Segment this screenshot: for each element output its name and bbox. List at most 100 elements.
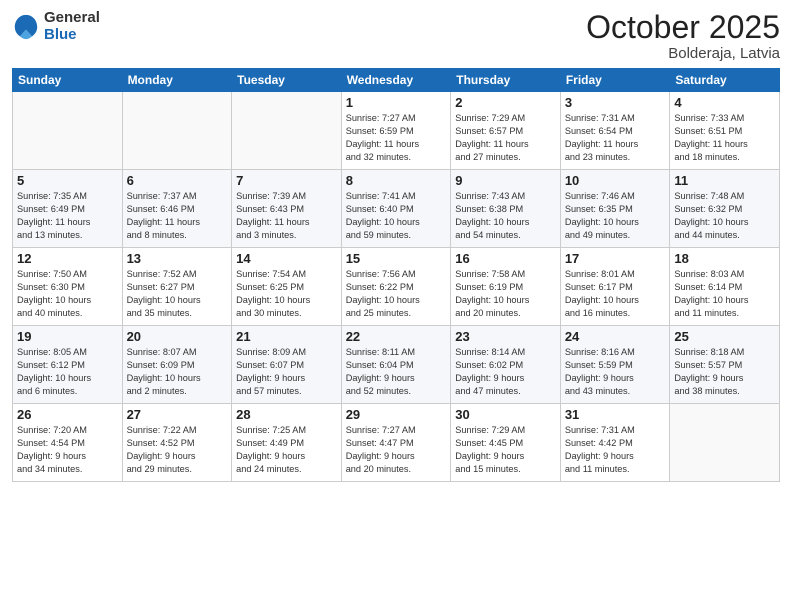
- day-info: Sunrise: 8:11 AMSunset: 6:04 PMDaylight:…: [346, 346, 447, 398]
- day-number: 28: [236, 407, 337, 422]
- logo-icon: [12, 13, 40, 41]
- day-number: 25: [674, 329, 775, 344]
- calendar-week-4: 19Sunrise: 8:05 AMSunset: 6:12 PMDayligh…: [13, 326, 780, 404]
- col-friday: Friday: [560, 69, 670, 92]
- page-container: General Blue October 2025 Bolderaja, Lat…: [0, 0, 792, 612]
- table-row: [232, 92, 342, 170]
- table-row: 30 Sunrise: 7:29 AMSunset: 4:45 PMDayligh…: [451, 404, 561, 482]
- table-row: 13Sunrise: 7:52 AMSunset: 6:27 PMDayligh…: [122, 248, 232, 326]
- day-number: 22: [346, 329, 447, 344]
- day-number: 4: [674, 95, 775, 110]
- table-row: 25 Sunrise: 8:18 AMSunset: 5:57 PMDayligh…: [670, 326, 780, 404]
- day-info: Sunrise: 7:39 AMSunset: 6:43 PMDaylight:…: [236, 190, 337, 242]
- day-number: 14: [236, 251, 337, 266]
- day-info: Sunrise: 7:31 AMSunset: 4:42 PMDaylight:…: [565, 424, 666, 476]
- table-row: 24 Sunrise: 8:16 AMSunset: 5:59 PMDayligh…: [560, 326, 670, 404]
- table-row: 10 Sunrise: 7:46 AMSunset: 6:35 PMDayligh…: [560, 170, 670, 248]
- day-info: Sunrise: 7:35 AMSunset: 6:49 PMDaylight:…: [17, 190, 118, 242]
- table-row: 11Sunrise: 7:48 AMSunset: 6:32 PMDayligh…: [670, 170, 780, 248]
- table-row: 4 Sunrise: 7:33 AMSunset: 6:51 PMDaylight…: [670, 92, 780, 170]
- table-row: 27 Sunrise: 7:22 AMSunset: 4:52 PMDayligh…: [122, 404, 232, 482]
- day-info: Sunrise: 7:54 AMSunset: 6:25 PMDaylight:…: [236, 268, 337, 320]
- day-info: Sunrise: 7:31 AMSunset: 6:54 PMDaylight:…: [565, 112, 666, 164]
- day-number: 26: [17, 407, 118, 422]
- table-row: 18 Sunrise: 8:03 AMSunset: 6:14 PMDayligh…: [670, 248, 780, 326]
- table-row: 2Sunrise: 7:29 AMSunset: 6:57 PMDaylight…: [451, 92, 561, 170]
- calendar-week-3: 12 Sunrise: 7:50 AMSunset: 6:30 PMDayligh…: [13, 248, 780, 326]
- day-number: 10: [565, 173, 666, 188]
- day-number: 12: [17, 251, 118, 266]
- logo: General Blue: [12, 10, 100, 43]
- table-row: 12 Sunrise: 7:50 AMSunset: 6:30 PMDayligh…: [13, 248, 123, 326]
- table-row: 16Sunrise: 7:58 AMSunset: 6:19 PMDayligh…: [451, 248, 561, 326]
- day-info: Sunrise: 8:01 AMSunset: 6:17 PMDaylight:…: [565, 268, 666, 320]
- day-info: Sunrise: 7:46 AMSunset: 6:35 PMDaylight:…: [565, 190, 666, 242]
- calendar-table: Sunday Monday Tuesday Wednesday Thursday…: [12, 68, 780, 482]
- table-row: 8 Sunrise: 7:41 AMSunset: 6:40 PMDaylight…: [341, 170, 451, 248]
- header: General Blue October 2025 Bolderaja, Lat…: [12, 10, 780, 62]
- table-row: 6 Sunrise: 7:37 AMSunset: 6:46 PMDaylight…: [122, 170, 232, 248]
- table-row: 9Sunrise: 7:43 AMSunset: 6:38 PMDaylight…: [451, 170, 561, 248]
- day-info: Sunrise: 7:22 AMSunset: 4:52 PMDaylight:…: [127, 424, 228, 476]
- table-row: 29Sunrise: 7:27 AMSunset: 4:47 PMDayligh…: [341, 404, 451, 482]
- table-row: 22 Sunrise: 8:11 AMSunset: 6:04 PMDayligh…: [341, 326, 451, 404]
- table-row: 31Sunrise: 7:31 AMSunset: 4:42 PMDayligh…: [560, 404, 670, 482]
- col-tuesday: Tuesday: [232, 69, 342, 92]
- location: Bolderaja, Latvia: [586, 45, 780, 62]
- table-row: 26Sunrise: 7:20 AMSunset: 4:54 PMDayligh…: [13, 404, 123, 482]
- day-number: 16: [455, 251, 556, 266]
- table-row: [122, 92, 232, 170]
- day-info: Sunrise: 8:16 AMSunset: 5:59 PMDaylight:…: [565, 346, 666, 398]
- day-info: Sunrise: 7:27 AMSunset: 4:47 PMDaylight:…: [346, 424, 447, 476]
- day-info: Sunrise: 7:41 AMSunset: 6:40 PMDaylight:…: [346, 190, 447, 242]
- day-info: Sunrise: 7:50 AMSunset: 6:30 PMDaylight:…: [17, 268, 118, 320]
- logo-blue-text: Blue: [44, 27, 100, 44]
- day-info: Sunrise: 8:05 AMSunset: 6:12 PMDaylight:…: [17, 346, 118, 398]
- table-row: 1Sunrise: 7:27 AMSunset: 6:59 PMDaylight…: [341, 92, 451, 170]
- table-row: 14 Sunrise: 7:54 AMSunset: 6:25 PMDayligh…: [232, 248, 342, 326]
- calendar-week-1: 1Sunrise: 7:27 AMSunset: 6:59 PMDaylight…: [13, 92, 780, 170]
- day-number: 5: [17, 173, 118, 188]
- table-row: [670, 404, 780, 482]
- day-number: 11: [674, 173, 775, 188]
- day-info: Sunrise: 8:03 AMSunset: 6:14 PMDaylight:…: [674, 268, 775, 320]
- calendar-week-2: 5 Sunrise: 7:35 AMSunset: 6:49 PMDaylight…: [13, 170, 780, 248]
- table-row: 19Sunrise: 8:05 AMSunset: 6:12 PMDayligh…: [13, 326, 123, 404]
- month-title: October 2025: [586, 10, 780, 45]
- day-number: 15: [346, 251, 447, 266]
- day-number: 30: [455, 407, 556, 422]
- table-row: 28 Sunrise: 7:25 AMSunset: 4:49 PMDayligh…: [232, 404, 342, 482]
- logo-text: General Blue: [44, 10, 100, 43]
- day-number: 23: [455, 329, 556, 344]
- calendar-week-5: 26Sunrise: 7:20 AMSunset: 4:54 PMDayligh…: [13, 404, 780, 482]
- day-number: 6: [127, 173, 228, 188]
- day-info: Sunrise: 7:33 AMSunset: 6:51 PMDaylight:…: [674, 112, 775, 164]
- table-row: 17 Sunrise: 8:01 AMSunset: 6:17 PMDayligh…: [560, 248, 670, 326]
- col-thursday: Thursday: [451, 69, 561, 92]
- table-row: [13, 92, 123, 170]
- day-number: 8: [346, 173, 447, 188]
- table-row: 23Sunrise: 8:14 AMSunset: 6:02 PMDayligh…: [451, 326, 561, 404]
- day-info: Sunrise: 7:52 AMSunset: 6:27 PMDaylight:…: [127, 268, 228, 320]
- calendar-body: 1Sunrise: 7:27 AMSunset: 6:59 PMDaylight…: [13, 92, 780, 482]
- table-row: 7Sunrise: 7:39 AMSunset: 6:43 PMDaylight…: [232, 170, 342, 248]
- table-row: 15Sunrise: 7:56 AMSunset: 6:22 PMDayligh…: [341, 248, 451, 326]
- day-info: Sunrise: 7:27 AMSunset: 6:59 PMDaylight:…: [346, 112, 447, 164]
- day-number: 24: [565, 329, 666, 344]
- col-monday: Monday: [122, 69, 232, 92]
- day-number: 27: [127, 407, 228, 422]
- table-row: 21Sunrise: 8:09 AMSunset: 6:07 PMDayligh…: [232, 326, 342, 404]
- calendar-header-row: Sunday Monday Tuesday Wednesday Thursday…: [13, 69, 780, 92]
- day-info: Sunrise: 7:43 AMSunset: 6:38 PMDaylight:…: [455, 190, 556, 242]
- day-info: Sunrise: 8:18 AMSunset: 5:57 PMDaylight:…: [674, 346, 775, 398]
- day-info: Sunrise: 7:37 AMSunset: 6:46 PMDaylight:…: [127, 190, 228, 242]
- col-wednesday: Wednesday: [341, 69, 451, 92]
- day-info: Sunrise: 7:29 AMSunset: 6:57 PMDaylight:…: [455, 112, 556, 164]
- day-number: 17: [565, 251, 666, 266]
- day-info: Sunrise: 8:09 AMSunset: 6:07 PMDaylight:…: [236, 346, 337, 398]
- table-row: 5 Sunrise: 7:35 AMSunset: 6:49 PMDaylight…: [13, 170, 123, 248]
- day-info: Sunrise: 7:25 AMSunset: 4:49 PMDaylight:…: [236, 424, 337, 476]
- day-info: Sunrise: 7:29 AMSunset: 4:45 PMDaylight:…: [455, 424, 556, 476]
- logo-general-text: General: [44, 10, 100, 27]
- day-number: 18: [674, 251, 775, 266]
